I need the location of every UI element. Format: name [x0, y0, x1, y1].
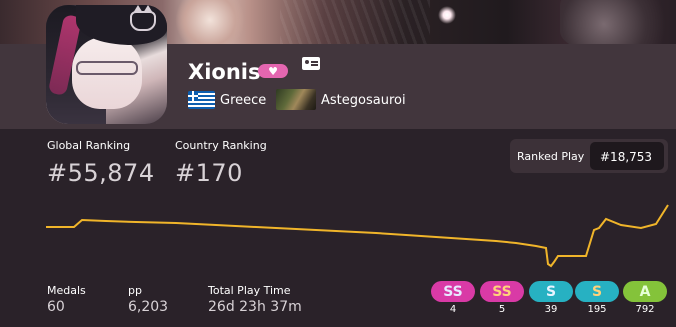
- id-card-icon[interactable]: [302, 57, 320, 70]
- cover-art-shadow: [560, 0, 670, 44]
- play-time-value: 26d 23h 37m: [208, 299, 302, 315]
- grade-ssh-badge: SS: [431, 281, 475, 302]
- grade-ss-count: 5: [498, 304, 506, 315]
- supporter-badge[interactable]: ♥: [258, 64, 288, 78]
- cat-ears-icon: [130, 5, 156, 31]
- rank-history-graph[interactable]: [46, 198, 672, 270]
- country-ranking-label: Country Ranking: [175, 139, 267, 152]
- ranked-play-value: #18,753: [600, 150, 653, 164]
- greece-flag-icon[interactable]: [188, 91, 215, 109]
- grade-s-count: 195: [587, 304, 607, 315]
- ranked-play-label: Ranked Play: [517, 150, 585, 163]
- cover-art-texture: [280, 0, 430, 44]
- pp-label: pp: [128, 284, 142, 297]
- medals-value: 60: [47, 299, 65, 315]
- flag-canton: [188, 91, 198, 101]
- rank-history-line: [46, 204, 669, 268]
- team-flag-icon[interactable]: [276, 89, 316, 110]
- global-ranking-value: #55,874: [47, 159, 155, 187]
- country-ranking-value: #170: [175, 159, 243, 187]
- team-name[interactable]: Astegosauroi: [321, 93, 406, 108]
- global-ranking-label: Global Ranking: [47, 139, 131, 152]
- avatar[interactable]: [46, 5, 167, 124]
- country-name[interactable]: Greece: [220, 93, 266, 108]
- grade-sh-count: 39: [544, 304, 558, 315]
- username: Xionis: [188, 60, 261, 84]
- cover-art-highlight: [175, 0, 245, 44]
- medals-label: Medals: [47, 284, 86, 297]
- play-time-label: Total Play Time: [208, 284, 291, 297]
- pp-value: 6,203: [128, 299, 169, 315]
- grade-s-badge: S: [575, 281, 619, 302]
- grade-a-badge: A: [623, 281, 667, 302]
- grade-sh-badge: S: [529, 281, 573, 302]
- grade-ssh-count: 4: [449, 304, 457, 315]
- grade-ss-badge: SS: [480, 281, 524, 302]
- avatar-glasses: [76, 61, 138, 75]
- cover-sparkle: [438, 6, 456, 24]
- heart-icon: ♥: [268, 64, 278, 78]
- grade-a-count: 792: [635, 304, 655, 315]
